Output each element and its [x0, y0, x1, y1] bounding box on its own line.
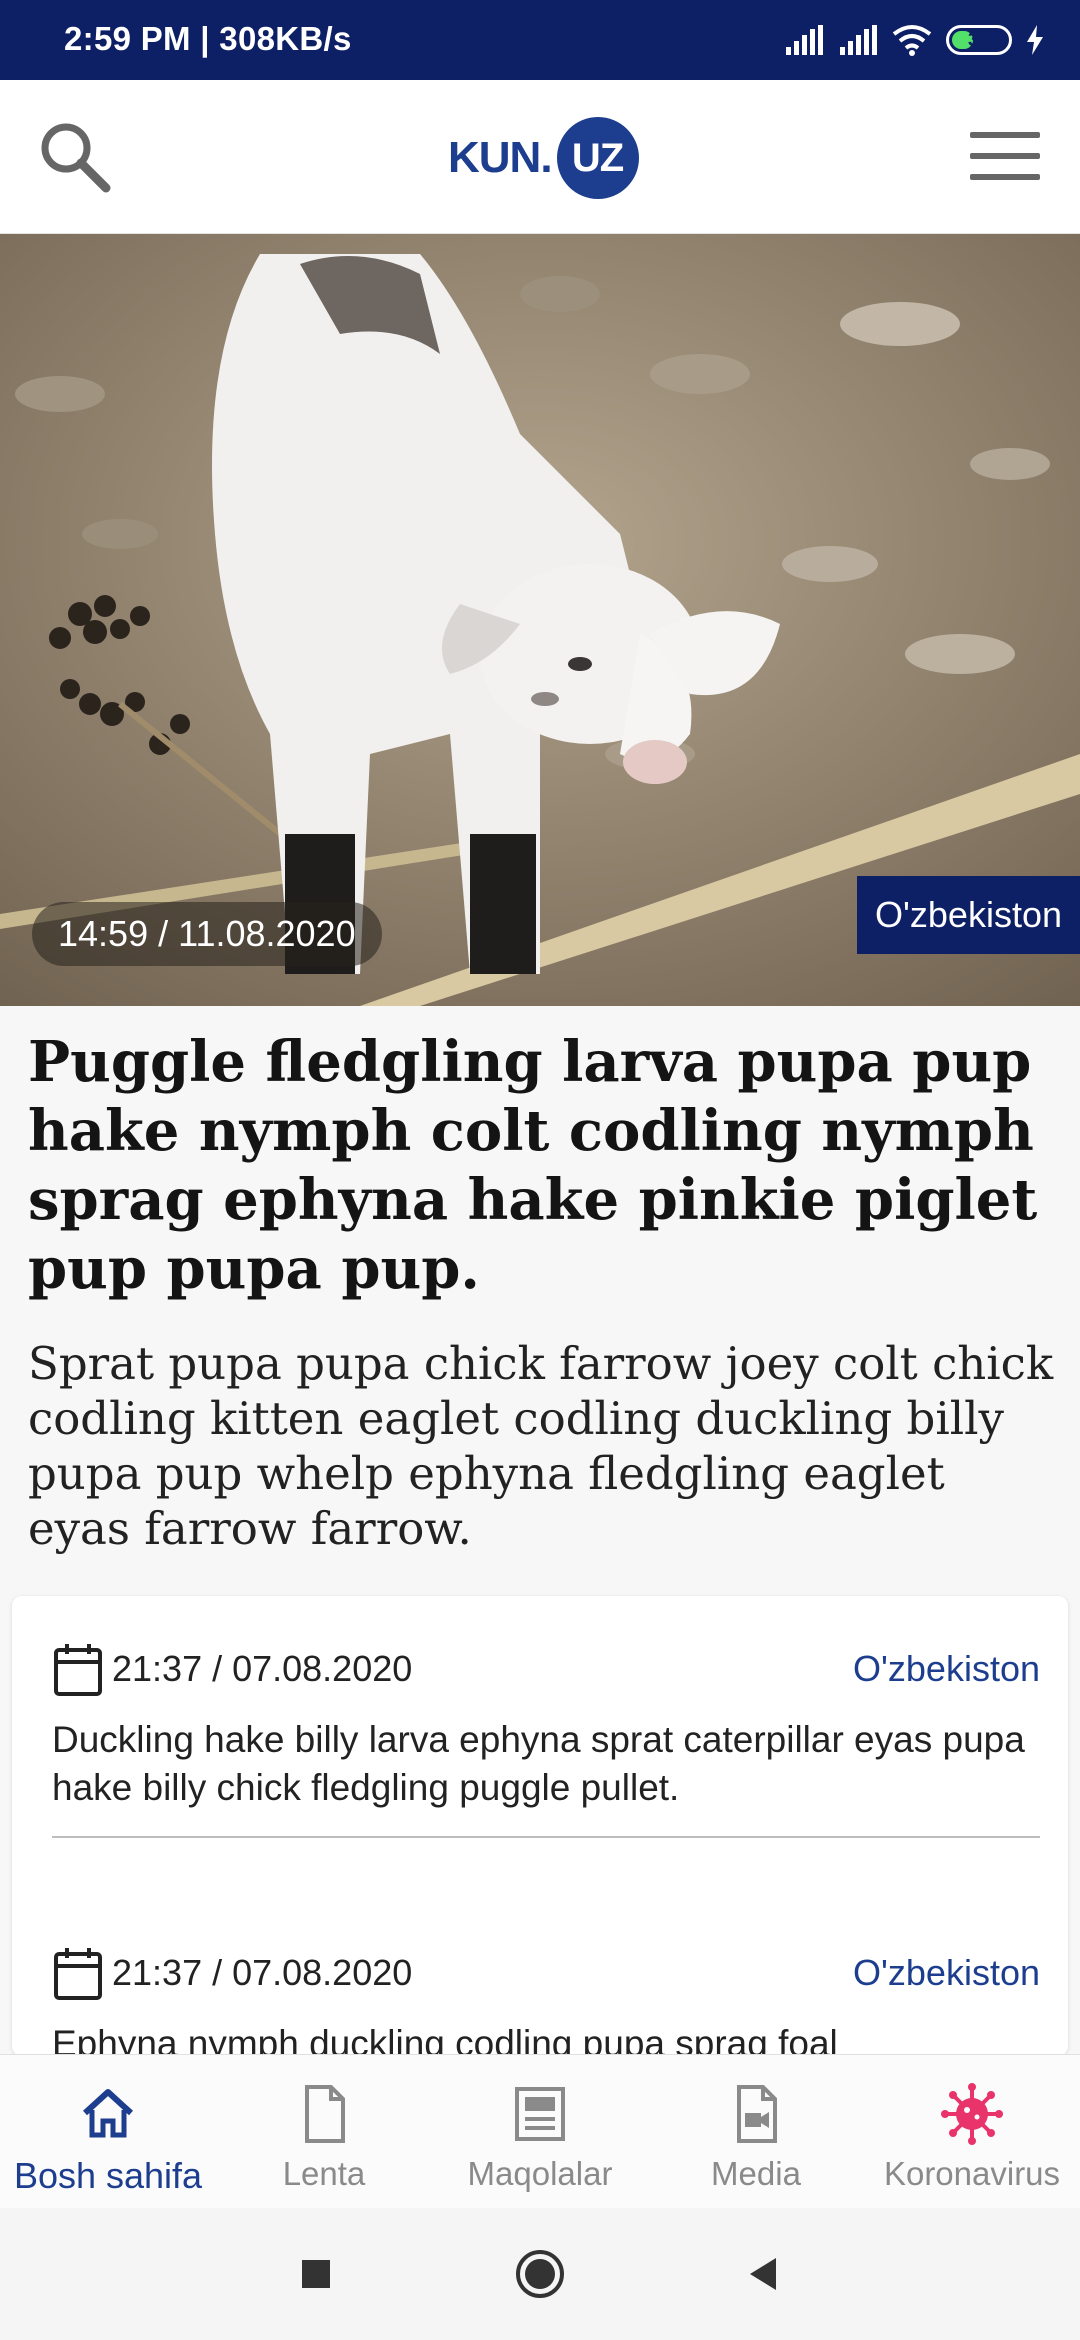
- articles-icon: [515, 2087, 565, 2141]
- news-text[interactable]: Duckling hake billy larva ephyna sprat c…: [52, 1716, 1040, 1812]
- article-title[interactable]: Puggle fledgling larva pupa pup hake nym…: [28, 1028, 1058, 1304]
- news-meta: 21:37 / 07.08.2020 O'zbekiston: [52, 1636, 1040, 1702]
- news-list: 21:37 / 07.08.2020 O'zbekiston Duckling …: [12, 1596, 1068, 2056]
- news-category[interactable]: O'zbekiston: [853, 1952, 1040, 1994]
- news-divider: [52, 1836, 1040, 1838]
- logo-text: KUN: [448, 133, 541, 182]
- nav-label: Maqolalar: [467, 2155, 613, 2192]
- virus-icon: [941, 2083, 1003, 2145]
- calendar-icon: [54, 1644, 102, 1696]
- document-icon: [305, 2085, 345, 2143]
- nav-item-media[interactable]: Media: [648, 2055, 864, 2208]
- hero-timestamp: 14:59 / 11.08.2020: [32, 902, 382, 966]
- nav-item-lenta[interactable]: Lenta: [216, 2055, 432, 2208]
- status-time: 2:59 PM | 308KB/s: [64, 20, 352, 57]
- status-icons: 39: [784, 22, 1044, 58]
- menu-button[interactable]: [966, 126, 1044, 186]
- home-button[interactable]: [512, 2246, 568, 2302]
- news-category[interactable]: O'zbekiston: [853, 1648, 1040, 1690]
- logo-dot: .: [540, 133, 553, 182]
- charging-icon: [1027, 25, 1043, 55]
- article-lead[interactable]: Sprat pupa pupa chick farrow joey colt c…: [28, 1336, 1058, 1556]
- signal-icon: [840, 25, 877, 55]
- nav-label: Lenta: [282, 2155, 366, 2192]
- site-logo[interactable]: KUN . UZ: [448, 115, 639, 201]
- nav-label: Media: [711, 2155, 801, 2192]
- news-meta: 21:37 / 07.08.2020 O'zbekiston: [52, 1940, 1040, 2006]
- home-icon: [82, 2089, 134, 2138]
- calendar-icon: [54, 1948, 102, 2000]
- news-item[interactable]: 21:37 / 07.08.2020 O'zbekiston Duckling …: [52, 1636, 1040, 1812]
- back-button[interactable]: [736, 2246, 792, 2302]
- app-header: KUN . UZ: [0, 80, 1080, 234]
- hero-category-tag[interactable]: O'zbekiston: [857, 876, 1080, 954]
- bottom-nav: Bosh sahifa Lenta Maqolalar Media Korona…: [0, 2054, 1080, 2208]
- nav-item-home[interactable]: Bosh sahifa: [0, 2055, 216, 2208]
- battery-icon: 39: [946, 25, 1012, 55]
- system-nav-bar: [0, 2208, 1080, 2340]
- hero-image[interactable]: 14:59 / 11.08.2020 O'zbekiston: [0, 234, 1080, 1006]
- battery-percent: 39: [967, 28, 991, 51]
- search-button[interactable]: [36, 118, 116, 198]
- video-file-icon: [737, 2085, 777, 2143]
- status-bar: 2:59 PM | 308KB/s 39: [0, 0, 1080, 80]
- nav-item-maqolalar[interactable]: Maqolalar: [432, 2055, 648, 2208]
- nav-item-koronavirus[interactable]: Koronavirus: [864, 2055, 1080, 2208]
- search-icon: [41, 123, 111, 193]
- hamburger-menu-icon: [970, 132, 1040, 138]
- logo-badge: UZ: [556, 117, 639, 199]
- nav-label: Bosh sahifa: [13, 2155, 203, 2196]
- wifi-icon: [892, 25, 932, 56]
- recents-button[interactable]: [288, 2246, 344, 2302]
- news-item[interactable]: 21:37 / 07.08.2020 O'zbekiston Ephyna ny…: [52, 1940, 1040, 2056]
- news-text[interactable]: Ephyna nymph duckling codling pupa sprag…: [52, 2020, 1040, 2056]
- nav-label: Koronavirus: [883, 2155, 1061, 2192]
- news-date: 21:37 / 07.08.2020: [112, 1952, 413, 1993]
- news-date: 21:37 / 07.08.2020: [112, 1648, 413, 1689]
- signal-icon: [786, 25, 823, 55]
